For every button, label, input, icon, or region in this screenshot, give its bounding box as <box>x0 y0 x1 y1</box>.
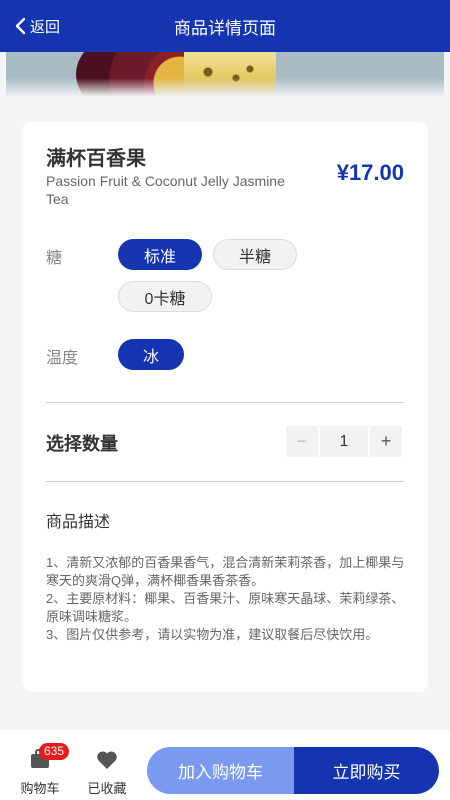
product-english-name: Passion Fruit & Coconut Jelly Jasmine Te… <box>46 173 285 207</box>
quantity-label: 选择数量 <box>46 434 118 454</box>
bottom-action-bar: 635 购物车 已收藏 加入购物车 立即购买 <box>0 730 450 800</box>
add-to-cart-button[interactable]: 加入购物车 <box>147 747 294 794</box>
sugar-option-zero-cal[interactable]: 0卡糖 <box>118 281 212 312</box>
divider <box>46 481 404 482</box>
temperature-option-ice[interactable]: 冰 <box>118 339 184 370</box>
sugar-label: 糖 <box>46 250 63 267</box>
description-line: 3、图片仅供参考，请以实物为准，建议取餐后尽快饮用。 <box>46 627 379 642</box>
sugar-option-half[interactable]: 半糖 <box>213 239 297 270</box>
quantity-minus-button[interactable]: − <box>286 426 318 457</box>
description-text: 1、清新又浓郁的百香果香气，混合清新茉莉茶香，加上椰果与寒天的爽滑Q弹，满杯椰香… <box>46 554 406 644</box>
quantity-stepper: − 1 + <box>286 426 402 457</box>
chevron-left-icon <box>15 17 26 35</box>
buy-now-button[interactable]: 立即购买 <box>294 747 439 794</box>
product-image <box>6 52 444 96</box>
favorite-tab[interactable]: 已收藏 <box>77 748 137 797</box>
quantity-plus-button[interactable]: + <box>370 426 402 457</box>
sugar-option-standard[interactable]: 标准 <box>118 239 202 270</box>
product-card: 满杯百香果 Passion Fruit & Coconut Jelly Jasm… <box>22 122 428 692</box>
description-line: 2、主要原材料：椰果、百香果汁、原味寒天晶球、茉莉绿茶、原味调味糖浆。 <box>46 591 405 624</box>
cart-badge: 635 <box>39 743 70 760</box>
page-title: 商品详情页面 <box>174 18 276 38</box>
temperature-label: 温度 <box>46 350 79 367</box>
description-title: 商品描述 <box>46 514 111 531</box>
cart-tab[interactable]: 635 购物车 <box>10 743 70 797</box>
description-line: 1、清新又浓郁的百香果香气，混合清新茉莉茶香，加上椰果与寒天的爽滑Q弹，满杯椰香… <box>46 555 405 588</box>
back-label: 返回 <box>30 18 61 36</box>
image-fade <box>6 78 444 96</box>
product-price: ¥17.00 <box>336 160 404 185</box>
product-name: 满杯百香果 <box>46 148 146 170</box>
quantity-value[interactable]: 1 <box>320 426 368 457</box>
favorite-label: 已收藏 <box>87 781 127 796</box>
heart-icon <box>96 748 118 772</box>
back-button[interactable]: 返回 <box>14 0 60 52</box>
navbar: 返回 商品详情页面 <box>0 0 450 52</box>
cart-label: 购物车 <box>20 781 60 796</box>
divider <box>46 402 404 403</box>
